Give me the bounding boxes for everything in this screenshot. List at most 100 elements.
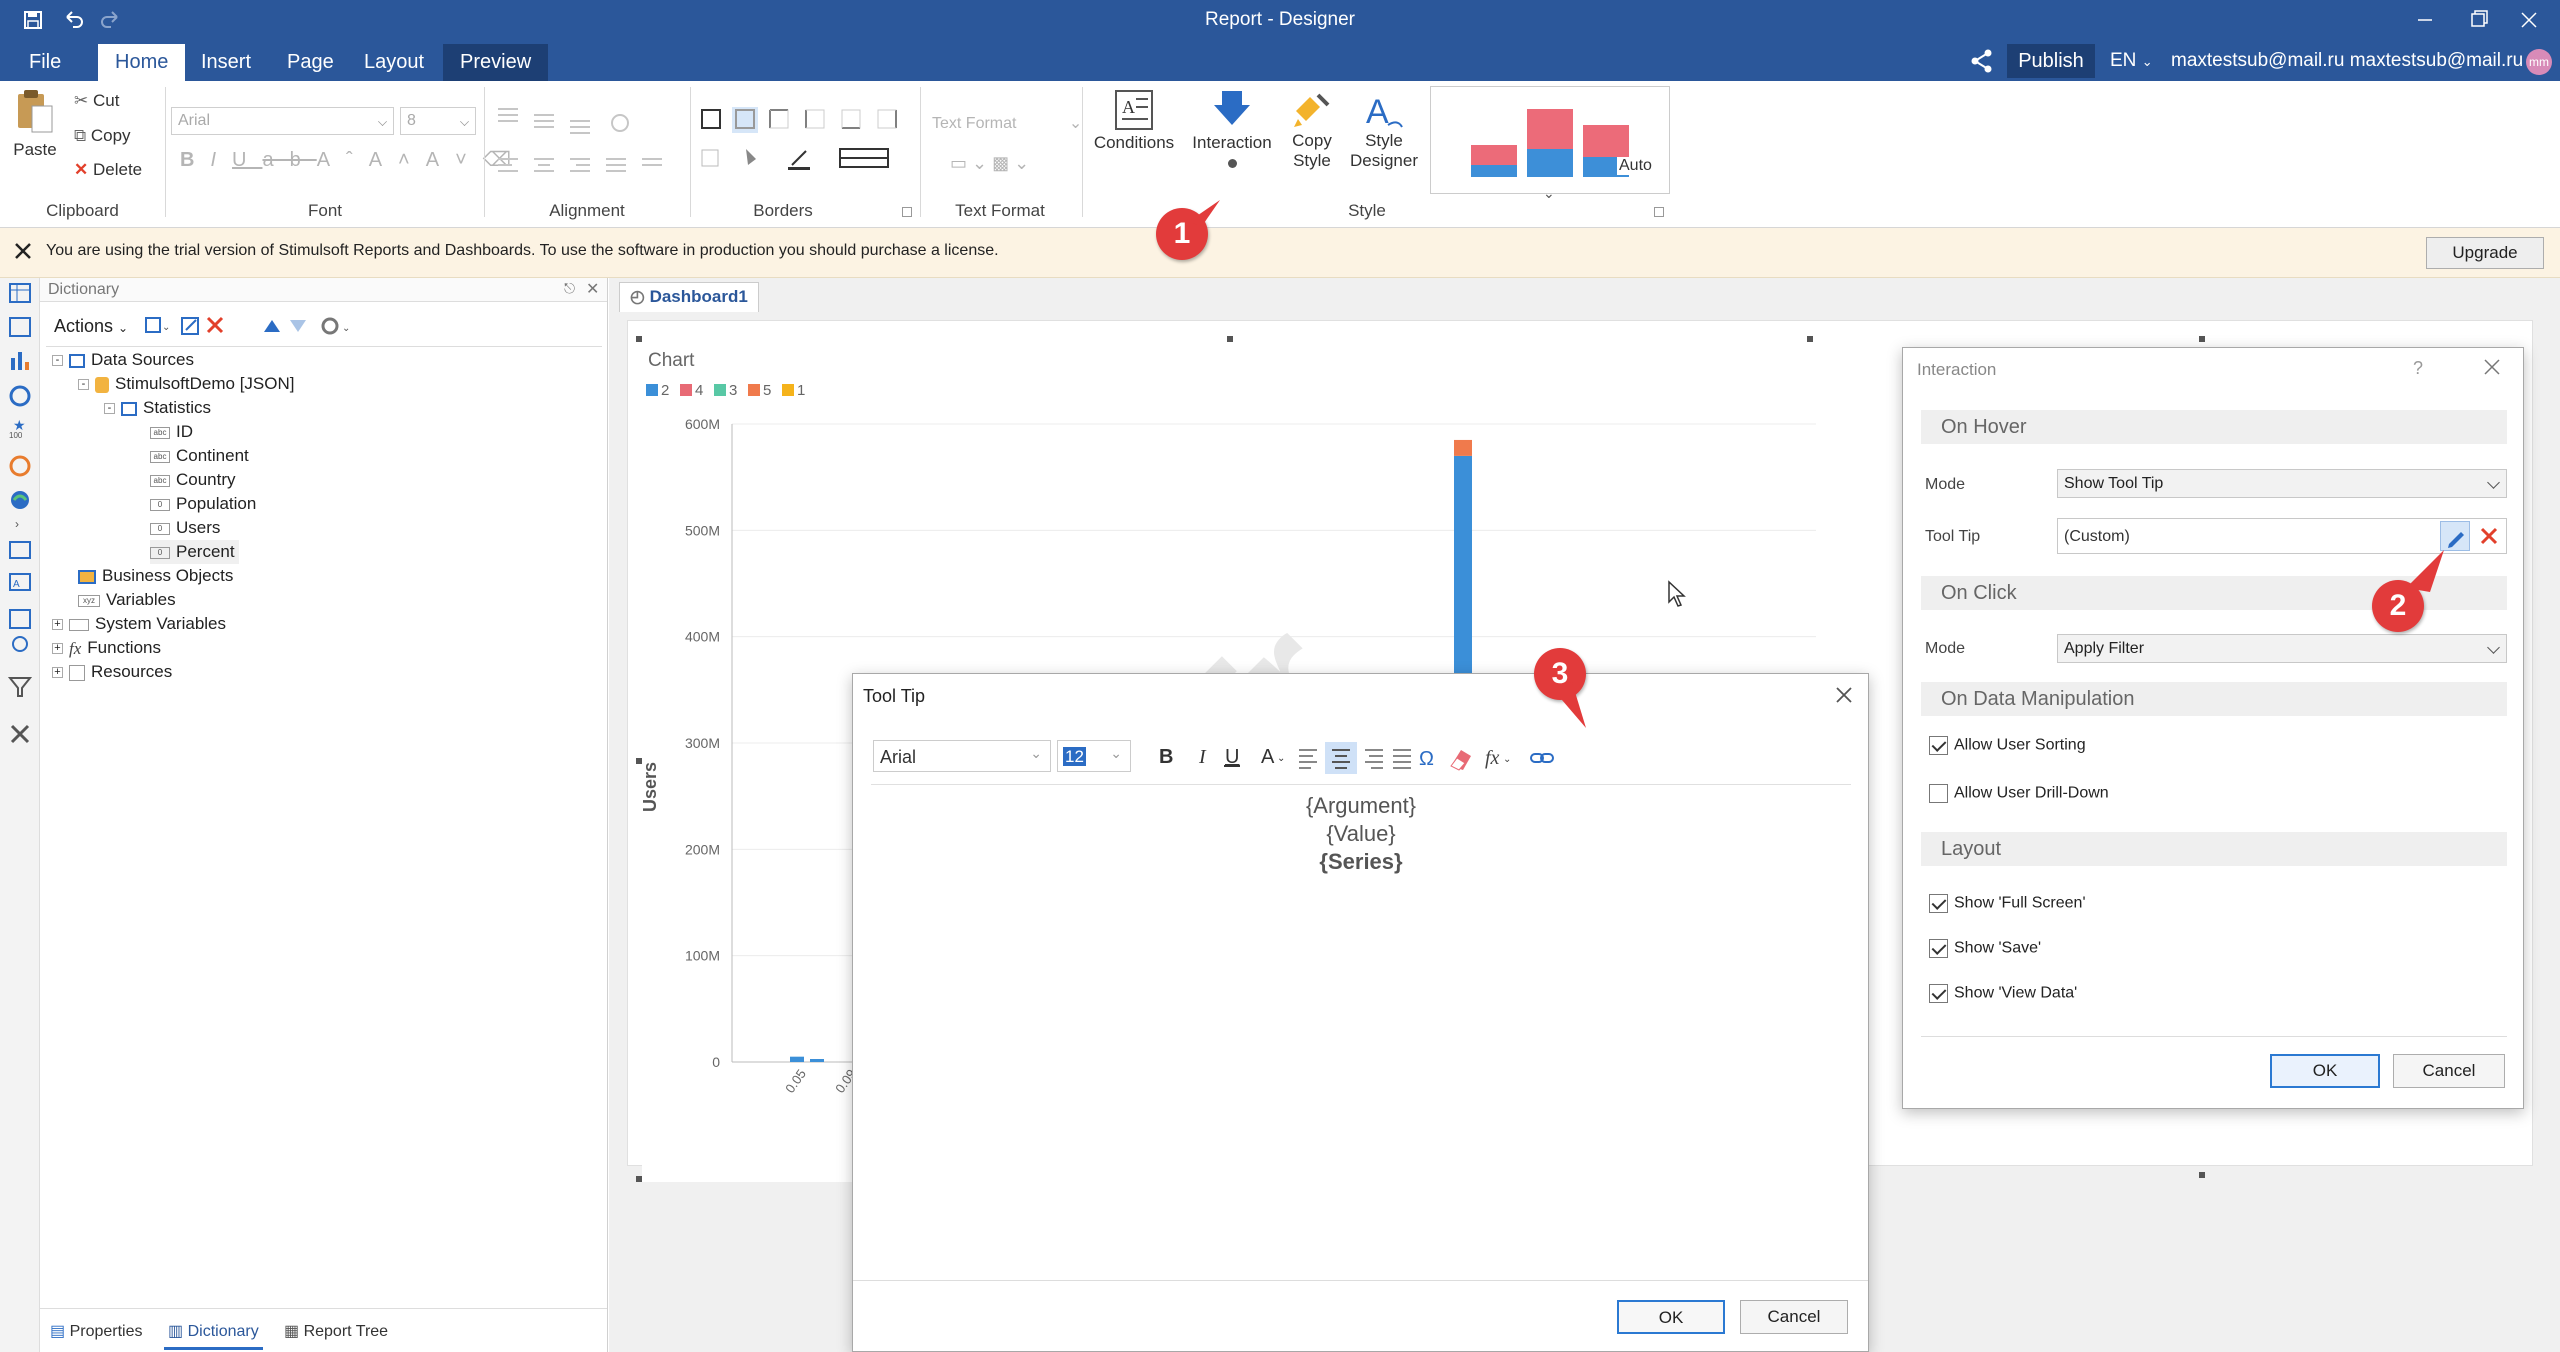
cancel-button[interactable]: Cancel xyxy=(1740,1300,1848,1334)
font-name-combo[interactable]: Arial xyxy=(171,107,394,135)
font-style-buttons[interactable]: BIUabAˆA˄A˅⌫ xyxy=(180,147,527,172)
copy-style-button[interactable]: Copy Style xyxy=(1282,89,1342,171)
dictionary-panel: Dictionary ⎋ ✕ Actions ⌄ ⌄ ⌄ - Data Sourc… xyxy=(40,278,608,1352)
tab-properties[interactable]: ▤ Properties xyxy=(50,1321,143,1341)
ok-button[interactable]: OK xyxy=(2270,1054,2380,1088)
actions-menu[interactable]: Actions ⌄ xyxy=(54,316,128,337)
selection-handle[interactable] xyxy=(1807,336,1813,342)
tooltip-dialog: Tool Tip Arial ⌄ 12 ⌄ B I U A ⌄ Ω fx ⌄ {Argu… xyxy=(852,673,1869,1352)
tree-field-users[interactable]: 0 Users xyxy=(150,516,220,540)
selection-handle[interactable] xyxy=(636,758,642,764)
style-auto-label: Auto xyxy=(1617,157,1654,175)
tab-file[interactable]: File xyxy=(12,44,78,81)
tree-node-demo-json[interactable]: - StimulsoftDemo [JSON] xyxy=(78,372,295,396)
alignment-buttons[interactable] xyxy=(494,103,684,193)
allow-sorting-checkbox[interactable]: Allow User Sorting xyxy=(1929,736,2086,755)
editor-size-combo[interactable]: 12 ⌄ xyxy=(1057,740,1131,772)
style-preview-chart xyxy=(1471,109,1629,177)
style-gallery-more-icon[interactable]: ⌄ xyxy=(1543,185,1555,202)
avatar[interactable]: mm xyxy=(2526,49,2552,75)
selection-handle[interactable] xyxy=(636,336,642,342)
show-save-checkbox[interactable]: Show 'Save' xyxy=(1929,939,2041,958)
click-mode-label: Mode xyxy=(1925,640,1966,657)
tree-node-statistics[interactable]: - Statistics xyxy=(104,396,211,420)
share-icon[interactable] xyxy=(1968,47,1996,75)
style-gallery[interactable]: Auto xyxy=(1430,86,1670,194)
tree-field-percent[interactable]: 0 Percent xyxy=(150,540,239,564)
tooltip-line-value: {Value} xyxy=(1326,821,1396,846)
style-expand-icon[interactable] xyxy=(1654,207,1664,217)
delete-button[interactable]: ✕ Delete xyxy=(74,160,142,180)
minimize-icon[interactable] xyxy=(2394,0,2456,41)
svg-text:A: A xyxy=(1261,746,1275,768)
tree-field-country[interactable]: abc Country xyxy=(150,468,236,492)
upgrade-button[interactable]: Upgrade xyxy=(2426,237,2544,269)
tree-field-id[interactable]: abc ID xyxy=(150,420,193,444)
cancel-button[interactable]: Cancel xyxy=(2393,1054,2505,1088)
close-icon[interactable] xyxy=(1833,684,1855,706)
selection-handle[interactable] xyxy=(2199,1172,2205,1178)
tree-node-system-variables[interactable]: + System Variables xyxy=(52,612,226,636)
tree-node-resources[interactable]: + Resources xyxy=(52,660,172,684)
selection-handle[interactable] xyxy=(2199,336,2205,342)
tooltip-editor[interactable]: {Argument} {Value} {Series} xyxy=(871,792,1851,952)
conditions-button[interactable]: A Conditions xyxy=(1092,89,1176,153)
tab-report-tree[interactable]: ▦ Report Tree xyxy=(284,1321,388,1341)
dictionary-toolbar-icons[interactable]: ⌄ ⌄ xyxy=(140,312,410,340)
copy-label: Copy xyxy=(90,126,131,145)
tab-insert[interactable]: Insert xyxy=(184,44,268,81)
editor-font-combo[interactable]: Arial ⌄ xyxy=(873,740,1051,772)
tree-node-variables[interactable]: xyz Variables xyxy=(78,588,176,612)
text-format-combo[interactable]: Text Format ⌄ xyxy=(932,113,1082,133)
style-designer-button[interactable]: A Style Designer xyxy=(1346,89,1422,171)
close-panel-icon[interactable]: ✕ xyxy=(586,279,599,299)
actions-label: Actions xyxy=(54,316,114,336)
tab-preview[interactable]: Preview xyxy=(443,44,549,81)
close-icon[interactable] xyxy=(2481,356,2503,378)
cut-button[interactable]: ✂ Cut xyxy=(74,91,119,111)
close-icon[interactable] xyxy=(12,240,34,262)
tree-node-data-sources[interactable]: - Data Sources xyxy=(52,348,194,372)
toolbox-icons[interactable]: ★100 › A xyxy=(0,278,40,758)
publish-button[interactable]: Publish xyxy=(2007,44,2095,78)
tree-field-population[interactable]: 0 Population xyxy=(150,492,256,516)
tab-dictionary[interactable]: ▥ Dictionary xyxy=(164,1315,263,1350)
show-fullscreen-checkbox[interactable]: Show 'Full Screen' xyxy=(1929,894,2086,913)
tab-home[interactable]: Home xyxy=(98,44,186,81)
delete-label: Delete xyxy=(92,160,143,179)
delete-icon: ✕ xyxy=(74,160,89,179)
allow-drilldown-checkbox[interactable]: Allow User Drill-Down xyxy=(1929,784,2109,803)
editor-toolbar[interactable]: B I U A ⌄ Ω fx ⌄ xyxy=(1139,736,1539,776)
text-format-options[interactable]: ▭ ⌄ ▩ ⌄ xyxy=(950,153,1029,174)
language-selector[interactable]: EN ⌄ xyxy=(2110,50,2153,72)
tree-node-functions[interactable]: + fx Functions xyxy=(52,636,161,660)
show-viewdata-checkbox[interactable]: Show 'View Data' xyxy=(1929,984,2077,1003)
copy-button[interactable]: ⧉ Copy xyxy=(74,126,131,146)
user-name[interactable]: maxtestsub@mail.ru maxtestsub@mail.ru xyxy=(2171,50,2523,72)
tab-layout[interactable]: Layout xyxy=(347,44,441,81)
tree-field-continent[interactable]: abc Continent xyxy=(150,444,249,468)
tab-page[interactable]: Page xyxy=(270,44,351,81)
group-separator xyxy=(484,87,485,217)
interaction-button[interactable]: Interaction xyxy=(1184,89,1280,168)
close-window-icon[interactable] xyxy=(2498,0,2560,41)
ok-button[interactable]: OK xyxy=(1617,1300,1725,1334)
hover-mode-select[interactable]: Show Tool Tip xyxy=(2057,469,2507,498)
tree-node-label: Resources xyxy=(91,662,173,681)
selection-handle[interactable] xyxy=(636,1176,642,1182)
editor-font-value: Arial xyxy=(880,747,917,767)
clear-tooltip-button[interactable] xyxy=(2474,521,2504,551)
pin-icon[interactable]: ⎋ xyxy=(564,280,575,297)
help-icon[interactable]: ? xyxy=(2413,358,2423,379)
edit-tooltip-button[interactable] xyxy=(2440,521,2470,551)
selection-handle[interactable] xyxy=(1227,336,1233,342)
paste-button[interactable]: Paste xyxy=(10,86,60,160)
tab-properties-label: Properties xyxy=(69,1323,143,1340)
hyperlink-icon[interactable] xyxy=(1529,750,1557,766)
border-buttons[interactable] xyxy=(700,107,910,177)
borders-expand-icon[interactable] xyxy=(902,207,912,217)
tab-dashboard1[interactable]: ◴ Dashboard1 xyxy=(619,282,759,312)
click-mode-select[interactable]: Apply Filter xyxy=(2057,634,2507,663)
tree-node-business-objects[interactable]: Business Objects xyxy=(78,564,233,588)
font-size-combo[interactable]: 8 xyxy=(400,107,476,135)
